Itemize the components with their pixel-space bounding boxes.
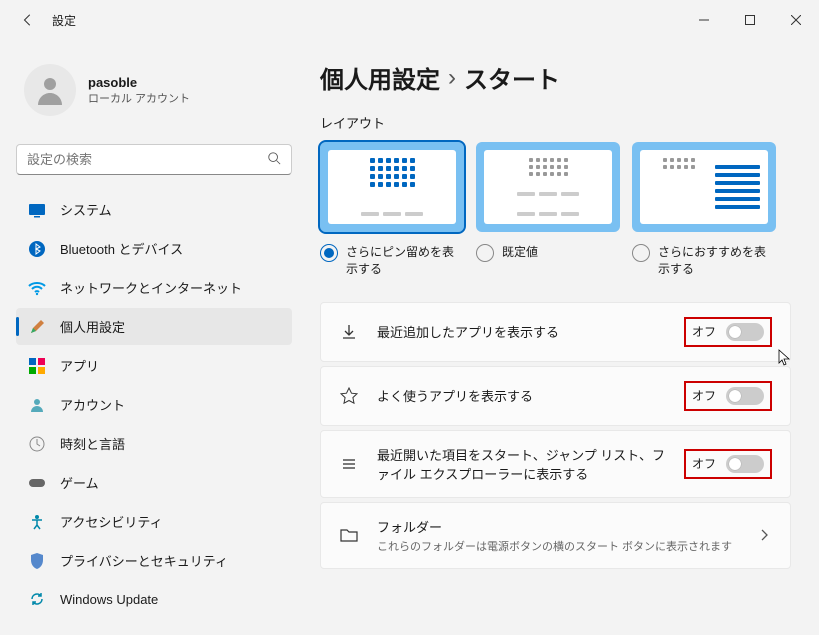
minimize-button[interactable] xyxy=(681,5,727,35)
setting-sub: これらのフォルダーは電源ボタンの横のスタート ボタンに表示されます xyxy=(377,538,738,554)
profile[interactable]: pasoble ローカル アカウント xyxy=(16,56,292,124)
nav-privacy[interactable]: プライバシーとセキュリティ xyxy=(16,542,292,579)
search-icon xyxy=(267,151,281,168)
radio-label: さらにおすすめを表示する xyxy=(658,244,776,278)
radio-label: 既定値 xyxy=(502,244,538,261)
nav-label: アクセシビリティ xyxy=(60,512,163,531)
toggle-switch[interactable] xyxy=(726,387,764,405)
maximize-button[interactable] xyxy=(727,5,773,35)
radio-more-pins[interactable]: さらにピン留めを表示する xyxy=(320,244,464,278)
folder-icon xyxy=(339,525,359,545)
setting-title: フォルダー xyxy=(377,517,738,536)
nav-label: アカウント xyxy=(60,395,125,414)
radio-more-recs[interactable]: さらにおすすめを表示する xyxy=(632,244,776,278)
wifi-icon xyxy=(28,279,46,297)
toggle-switch[interactable] xyxy=(726,455,764,473)
toggle-highlight: オフ xyxy=(684,381,772,411)
nav-label: アプリ xyxy=(60,356,99,375)
nav-label: ネットワークとインターネット xyxy=(60,278,242,297)
nav-label: Bluetooth とデバイス xyxy=(60,239,183,258)
layout-option-default[interactable] xyxy=(476,142,620,232)
clock-globe-icon xyxy=(28,435,46,453)
nav-label: システム xyxy=(60,200,112,219)
update-icon xyxy=(28,590,46,608)
breadcrumb-current: スタート xyxy=(464,60,560,95)
setting-folders[interactable]: フォルダー これらのフォルダーは電源ボタンの横のスタート ボタンに表示されます xyxy=(320,502,791,569)
cursor-icon xyxy=(778,349,792,367)
avatar xyxy=(24,64,76,116)
apps-icon xyxy=(28,357,46,375)
nav-apps[interactable]: アプリ xyxy=(16,347,292,384)
radio-icon xyxy=(632,244,650,262)
bluetooth-icon xyxy=(28,240,46,258)
layout-option-more-recs[interactable] xyxy=(632,142,776,232)
profile-name: pasoble xyxy=(88,75,190,90)
nav-time-language[interactable]: 時刻と言語 xyxy=(16,425,292,462)
back-button[interactable] xyxy=(20,12,36,28)
star-icon xyxy=(339,386,359,406)
nav-network[interactable]: ネットワークとインターネット xyxy=(16,269,292,306)
window-title: 設定 xyxy=(52,12,76,29)
profile-sub: ローカル アカウント xyxy=(88,90,190,106)
brush-icon xyxy=(28,318,46,336)
breadcrumb: 個人用設定 › スタート xyxy=(320,60,791,95)
toggle-highlight: オフ xyxy=(684,317,772,347)
close-button[interactable] xyxy=(773,5,819,35)
setting-recent-apps: 最近追加したアプリを表示する オフ xyxy=(320,302,791,362)
gamepad-icon xyxy=(28,474,46,492)
radio-default[interactable]: 既定値 xyxy=(476,244,620,278)
setting-title: 最近追加したアプリを表示する xyxy=(377,322,666,341)
radio-icon xyxy=(476,244,494,262)
nav-personalization[interactable]: 個人用設定 xyxy=(16,308,292,345)
list-icon xyxy=(339,454,359,474)
nav-accounts[interactable]: アカウント xyxy=(16,386,292,423)
search-input[interactable] xyxy=(27,152,267,167)
system-icon xyxy=(28,201,46,219)
accessibility-icon xyxy=(28,513,46,531)
section-layout-label: レイアウト xyxy=(320,113,791,132)
setting-title: 最近開いた項目をスタート、ジャンプ リスト、ファイル エクスプローラーに表示する xyxy=(377,445,666,483)
nav-label: ゲーム xyxy=(60,473,99,492)
nav-label: Windows Update xyxy=(60,592,158,607)
toggle-state: オフ xyxy=(692,455,716,472)
person-icon xyxy=(28,396,46,414)
toggle-switch[interactable] xyxy=(726,323,764,341)
toggle-state: オフ xyxy=(692,323,716,340)
nav-label: 時刻と言語 xyxy=(60,434,125,453)
layout-option-more-pins[interactable] xyxy=(320,142,464,232)
setting-title: よく使うアプリを表示する xyxy=(377,386,666,405)
shield-icon xyxy=(28,552,46,570)
nav-label: 個人用設定 xyxy=(60,317,125,336)
chevron-right-icon: › xyxy=(448,64,456,92)
toggle-state: オフ xyxy=(692,387,716,404)
breadcrumb-parent[interactable]: 個人用設定 xyxy=(320,60,440,95)
radio-icon xyxy=(320,244,338,262)
nav-bluetooth[interactable]: Bluetooth とデバイス xyxy=(16,230,292,267)
nav-windows-update[interactable]: Windows Update xyxy=(16,581,292,617)
download-icon xyxy=(339,322,359,342)
nav-label: プライバシーとセキュリティ xyxy=(60,551,228,570)
setting-most-used: よく使うアプリを表示する オフ xyxy=(320,366,791,426)
nav-system[interactable]: システム xyxy=(16,191,292,228)
search-box[interactable] xyxy=(16,144,292,175)
radio-label: さらにピン留めを表示する xyxy=(346,244,464,278)
setting-recent-items: 最近開いた項目をスタート、ジャンプ リスト、ファイル エクスプローラーに表示する… xyxy=(320,430,791,498)
nav-accessibility[interactable]: アクセシビリティ xyxy=(16,503,292,540)
chevron-right-icon xyxy=(756,527,772,543)
toggle-highlight: オフ xyxy=(684,449,772,479)
nav-gaming[interactable]: ゲーム xyxy=(16,464,292,501)
